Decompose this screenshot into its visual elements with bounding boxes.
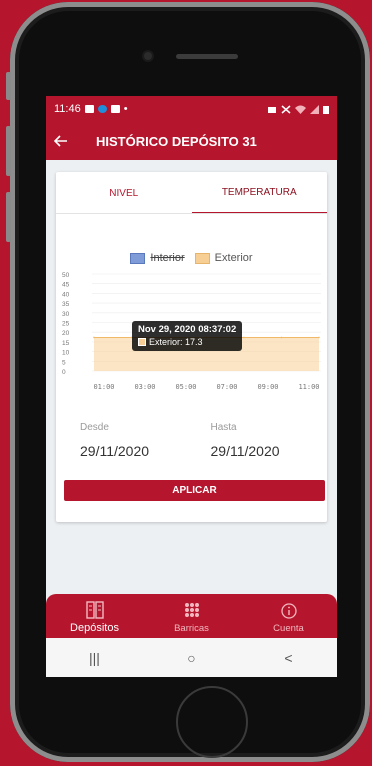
- barrels-icon: [85, 601, 104, 619]
- nav-item-cuenta[interactable]: Cuenta: [240, 594, 337, 638]
- nav-label-depositos: Depósitos: [70, 622, 119, 634]
- legend-label-exterior: Exterior: [214, 252, 253, 264]
- x-tick-label: 09:00: [257, 383, 278, 391]
- x-tick-label: 05:00: [175, 383, 196, 391]
- info-icon: [280, 603, 297, 619]
- to-date-label: Hasta: [210, 422, 237, 433]
- y-tick-label: 40: [62, 291, 70, 298]
- nav-label-cuenta: Cuenta: [273, 623, 304, 634]
- tooltip-title: Nov 29, 2020 08:37:02: [138, 324, 237, 335]
- recents-icon[interactable]: |||: [75, 650, 115, 666]
- app-bar: HISTÓRICO DEPÓSITO 31: [46, 122, 337, 160]
- messenger-notification-icon: [97, 105, 107, 113]
- y-tick-label: 15: [62, 340, 70, 347]
- from-date-field[interactable]: Desde 29/11/2020: [56, 422, 197, 459]
- home-circle-icon[interactable]: ○: [172, 650, 212, 666]
- from-date-value: 29/11/2020: [80, 443, 150, 459]
- battery-icon: [323, 105, 329, 114]
- mute-switch: [6, 72, 11, 100]
- nav-label-barricas: Barricas: [174, 623, 209, 634]
- page-title: HISTÓRICO DEPÓSITO 31: [96, 133, 257, 149]
- date-range: Desde 29/11/2020 Hasta 29/11/2020: [56, 422, 327, 459]
- tab-divider: [56, 213, 327, 214]
- y-tick-label: 20: [62, 330, 70, 337]
- x-tick-label: 07:00: [216, 383, 237, 391]
- y-tick-label: 35: [62, 301, 70, 308]
- tab-nivel[interactable]: NIVEL: [56, 172, 192, 214]
- x-tick-label: 11:00: [298, 383, 319, 391]
- barrel-grid-icon: [184, 603, 199, 617]
- chart-legend: Interior Exterior: [56, 252, 327, 264]
- exterior-point: [318, 336, 320, 339]
- apply-button[interactable]: APLICAR: [64, 480, 325, 501]
- tab-bar: NIVEL TEMPERATURA: [56, 172, 327, 214]
- arrow-left-icon[interactable]: [53, 131, 82, 152]
- volume-up-button: [6, 126, 11, 176]
- from-date-label: Desde: [80, 422, 109, 433]
- wifi-icon: [295, 105, 306, 114]
- y-tick-label: 10: [62, 350, 70, 357]
- to-date-field[interactable]: Hasta 29/11/2020: [197, 422, 328, 459]
- alarm-icon: [268, 106, 276, 113]
- tooltip-value: Exterior: 17.3: [149, 337, 203, 347]
- legend-label-interior: Interior: [150, 252, 185, 264]
- exterior-point: [93, 336, 95, 339]
- earpiece-speaker: [176, 54, 238, 59]
- x-tick-label: 01:00: [93, 383, 114, 391]
- nav-item-barricas[interactable]: Barricas: [143, 594, 240, 638]
- linkedin-notification-icon: [110, 105, 120, 113]
- history-card: NIVEL TEMPERATURA Interior Exterior 0 5 10…: [56, 172, 327, 522]
- exterior-point: [280, 336, 283, 339]
- back-chevron-icon[interactable]: <: [269, 650, 309, 666]
- status-bar: 11:46 •: [46, 96, 337, 122]
- to-date-value: 29/11/2020: [210, 443, 280, 459]
- app-screen: 11:46 • HISTÓRICO DEPÓSITO 31 NIVEL TEMP…: [46, 96, 337, 677]
- tooltip-swatch: [138, 338, 146, 346]
- front-camera: [144, 52, 152, 60]
- more-notifications-dot: •: [123, 103, 128, 115]
- system-nav-bar: ||| ○ <: [46, 638, 337, 677]
- legend-swatch-interior: [130, 252, 146, 264]
- legend-item-exterior[interactable]: Exterior: [194, 252, 253, 264]
- x-tick-label: 03:00: [134, 383, 155, 391]
- home-button[interactable]: [176, 686, 248, 758]
- nav-item-depositos[interactable]: Depósitos: [46, 594, 143, 638]
- tab-temperatura[interactable]: TEMPERATURA: [191, 172, 327, 214]
- legend-item-interior[interactable]: Interior: [130, 252, 185, 264]
- y-tick-label: 30: [62, 311, 70, 318]
- y-tick-label: 50: [62, 272, 70, 279]
- y-tick-label: 0: [62, 369, 66, 376]
- chart-tooltip: Nov 29, 2020 08:37:02 Exterior: 17.3: [132, 321, 243, 351]
- bottom-nav: Depósitos Barricas Cuenta: [46, 594, 337, 638]
- y-tick-label: 45: [62, 282, 70, 289]
- gallery-notification-icon: [84, 105, 94, 113]
- volume-down-button: [6, 192, 11, 242]
- exterior-point: [243, 336, 245, 339]
- y-tick-label: 5: [62, 359, 66, 366]
- signal-icon: [310, 104, 319, 114]
- status-time: 11:46: [54, 103, 81, 115]
- y-tick-label: 25: [62, 321, 70, 328]
- mute-icon: [281, 104, 291, 114]
- legend-swatch-exterior: [194, 252, 210, 264]
